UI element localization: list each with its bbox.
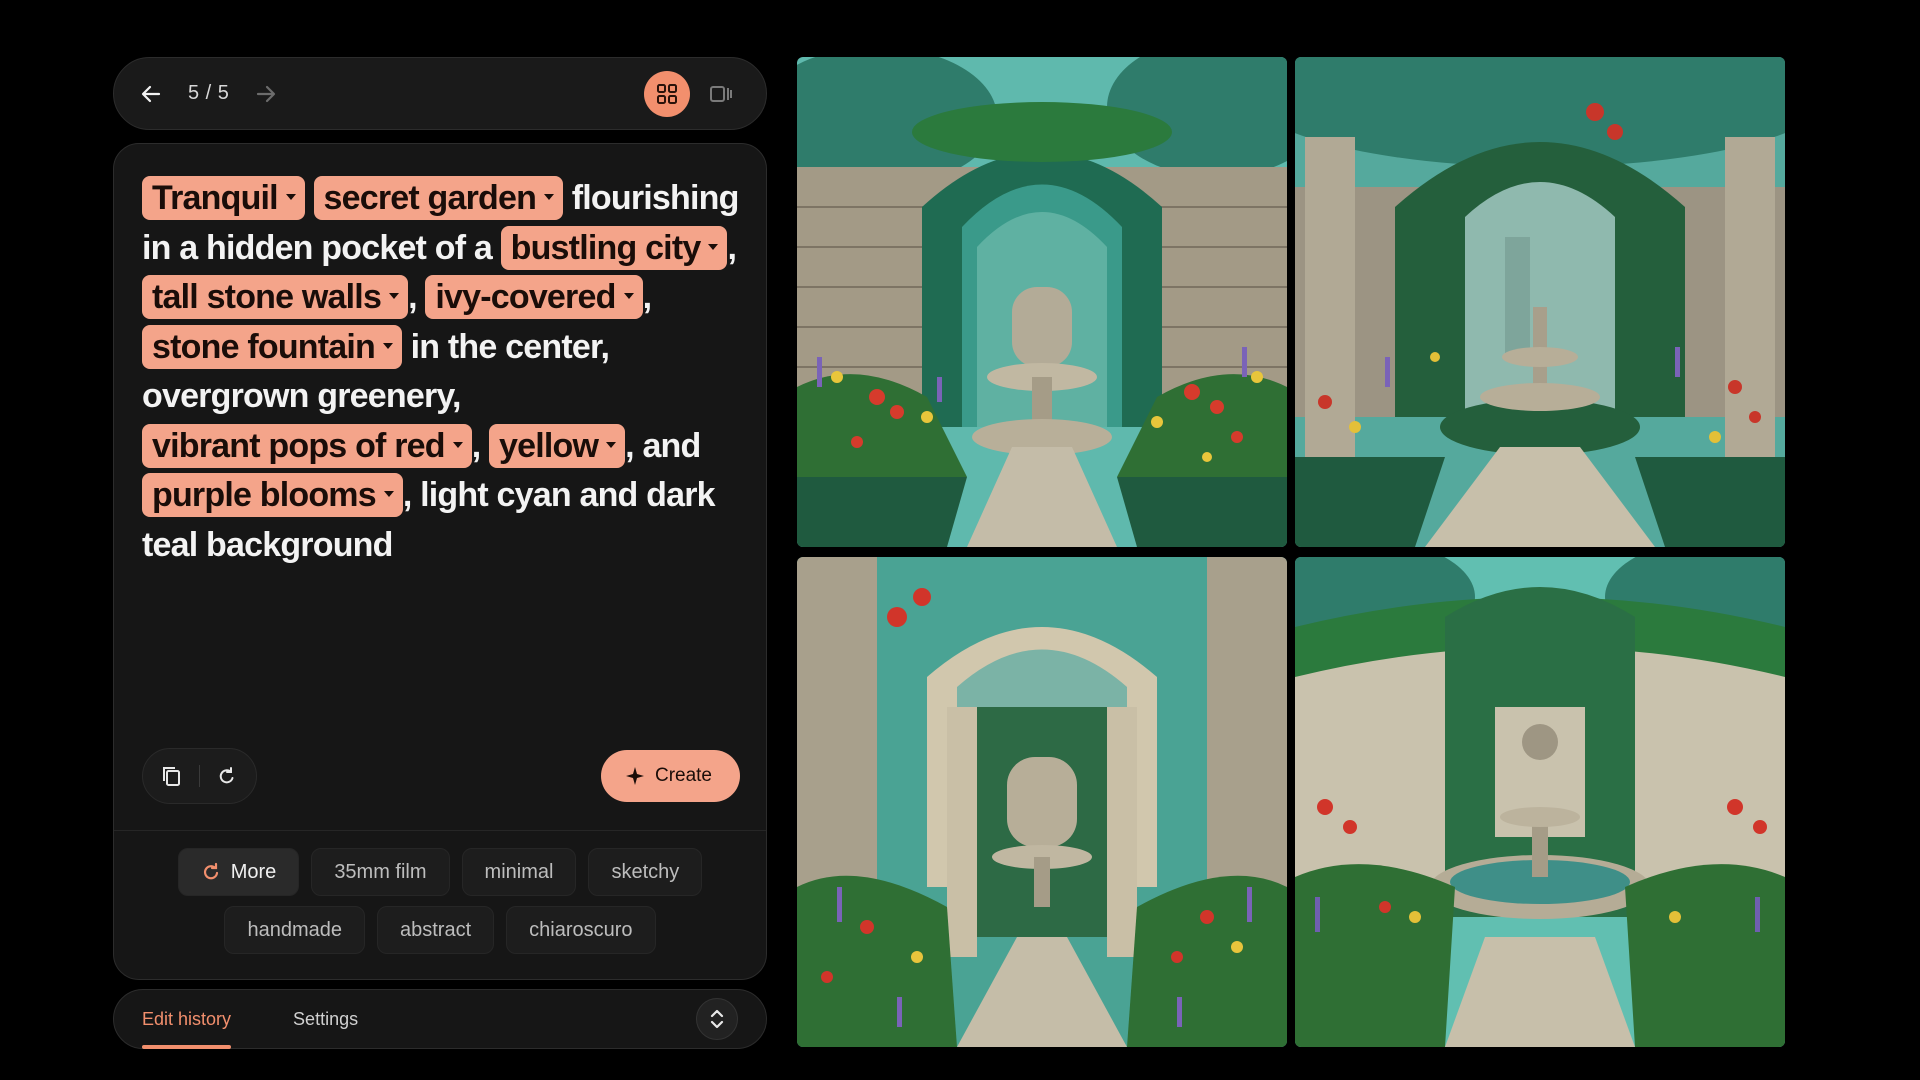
prompt-chip[interactable]: secret garden bbox=[313, 176, 564, 220]
style-chip[interactable]: minimal bbox=[461, 848, 577, 896]
prompt-chip-label: tall stone walls bbox=[152, 278, 382, 316]
prompt-text: Tranquil secret garden flourishing in a … bbox=[142, 174, 742, 570]
prompt-chip[interactable]: Tranquil bbox=[142, 176, 305, 220]
prompt-plain-text: , bbox=[471, 426, 490, 465]
prompt-plain-text: , bbox=[408, 278, 426, 316]
prompt-chip-label: secret garden bbox=[323, 179, 537, 217]
prompt-tools bbox=[142, 748, 257, 804]
prompt-chip[interactable]: tall stone walls bbox=[142, 275, 409, 319]
prompt-chip[interactable]: bustling city bbox=[500, 225, 728, 270]
refresh-icon bbox=[219, 767, 234, 784]
prompt-plain-text: , and bbox=[625, 426, 710, 465]
prompt-chip-label: Tranquil bbox=[152, 179, 279, 217]
reset-button[interactable] bbox=[208, 757, 246, 795]
prompt-chip[interactable]: stone fountain bbox=[142, 324, 402, 369]
generated-image-2[interactable] bbox=[1295, 57, 1785, 547]
grid-view-button[interactable] bbox=[644, 70, 690, 117]
more-styles-button[interactable]: More bbox=[177, 848, 300, 896]
prompt-chip[interactable]: ivy-covered bbox=[425, 275, 643, 319]
chevron-down-icon bbox=[383, 491, 394, 498]
tab-edit-history[interactable]: Edit history bbox=[142, 989, 232, 1049]
back-button[interactable] bbox=[136, 79, 166, 109]
chevron-down-icon bbox=[606, 441, 617, 448]
style-chip[interactable]: sketchy bbox=[588, 848, 703, 896]
page: 5 / 5 Tranquil secret garden flourishing… bbox=[0, 0, 1920, 1080]
chevron-down-icon bbox=[389, 293, 400, 300]
tab-settings[interactable]: Settings bbox=[293, 989, 358, 1049]
grid-view-icon bbox=[657, 83, 677, 104]
style-suggestions: More 35mm film minimal sketchy handmade abs… bbox=[114, 848, 766, 954]
style-chip[interactable]: abstract bbox=[376, 906, 495, 954]
refresh-icon bbox=[203, 862, 218, 880]
prompt-plain-text bbox=[305, 179, 314, 217]
chevron-down-icon bbox=[383, 342, 393, 349]
sparkle-icon bbox=[625, 767, 644, 785]
chevron-down-icon bbox=[708, 243, 719, 250]
generated-image-4[interactable] bbox=[1295, 557, 1785, 1047]
chevron-down-icon bbox=[544, 194, 555, 201]
prompt-chip[interactable]: purple blooms bbox=[142, 473, 403, 517]
prompt-chip[interactable]: vibrant pops of red bbox=[142, 423, 472, 468]
generated-image-3[interactable] bbox=[797, 557, 1287, 1047]
top-nav-bar: 5 / 5 bbox=[113, 57, 767, 130]
garden-image bbox=[1295, 57, 1785, 547]
expand-button[interactable] bbox=[696, 998, 738, 1040]
create-label: Create bbox=[654, 765, 712, 786]
prompt-chip[interactable]: yellow bbox=[489, 423, 626, 468]
prompt-chip-label: stone fountain bbox=[152, 327, 376, 366]
prompt-chip-label: vibrant pops of red bbox=[152, 426, 446, 465]
style-row: handmade abstract chiaroscuro bbox=[224, 906, 656, 954]
chevron-down-icon bbox=[623, 293, 634, 300]
arrow-right-icon bbox=[257, 85, 276, 102]
expand-collapse-icon bbox=[710, 1009, 724, 1029]
chevron-down-icon bbox=[285, 194, 296, 201]
single-view-icon bbox=[710, 85, 732, 102]
garden-image bbox=[797, 57, 1287, 547]
prompt-plain-text: , bbox=[642, 278, 660, 316]
prompt-chip-label: ivy-covered bbox=[435, 278, 616, 316]
style-chip[interactable]: handmade bbox=[224, 906, 365, 954]
image-counter: 5 / 5 bbox=[188, 82, 230, 104]
bottom-tab-bar: Edit history Settings bbox=[113, 989, 767, 1049]
prompt-chip-label: bustling city bbox=[510, 228, 702, 267]
prompt-chip-label: purple blooms bbox=[152, 476, 377, 514]
card-divider bbox=[114, 830, 766, 831]
style-chip[interactable]: chiaroscuro bbox=[506, 906, 656, 954]
tool-divider bbox=[199, 765, 200, 787]
chevron-down-icon bbox=[452, 441, 463, 448]
create-button[interactable]: Create bbox=[600, 750, 740, 802]
style-row: More 35mm film minimal sketchy bbox=[177, 848, 703, 896]
copy-icon bbox=[163, 767, 180, 786]
forward-button[interactable] bbox=[251, 79, 281, 109]
garden-image bbox=[1295, 557, 1785, 1047]
single-view-button[interactable] bbox=[698, 71, 744, 117]
prompt-chip-label: yellow bbox=[499, 426, 599, 465]
image-grid bbox=[797, 57, 1785, 1047]
prompt-card: Tranquil secret garden flourishing in a … bbox=[113, 143, 767, 980]
card-actions: Create bbox=[142, 746, 740, 806]
generated-image-1[interactable] bbox=[797, 57, 1287, 547]
prompt-plain-text: , bbox=[727, 228, 745, 267]
view-toggle bbox=[644, 70, 744, 117]
garden-image bbox=[797, 557, 1287, 1047]
copy-button[interactable] bbox=[153, 757, 191, 795]
arrow-left-icon bbox=[141, 85, 161, 102]
more-styles-label: More bbox=[230, 860, 277, 883]
style-chip[interactable]: 35mm film bbox=[311, 848, 450, 896]
